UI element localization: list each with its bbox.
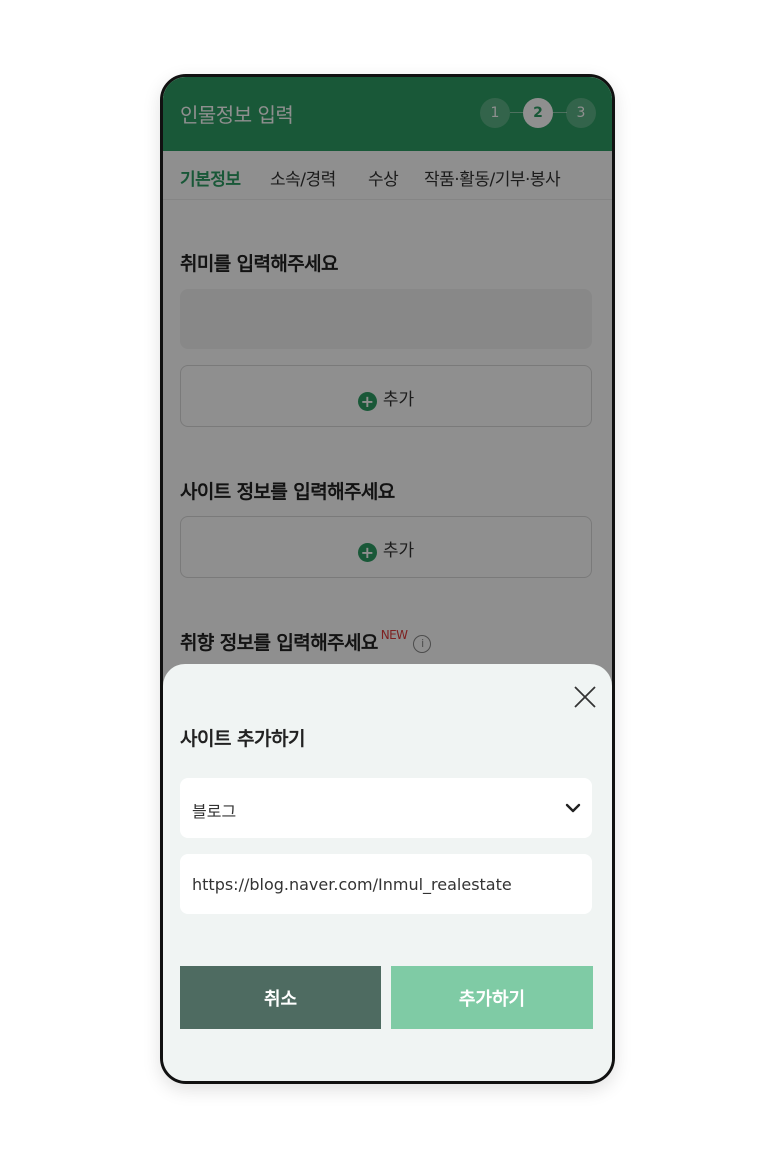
sheet-title: 사이트 추가하기 <box>180 728 305 750</box>
close-icon[interactable] <box>572 684 598 710</box>
confirm-add-button[interactable]: 추가하기 <box>391 966 593 1029</box>
site-url-input[interactable] <box>180 854 592 914</box>
cancel-button[interactable]: 취소 <box>180 966 381 1029</box>
chevron-down-icon <box>565 803 581 813</box>
add-site-sheet: 사이트 추가하기 블로그 취소 추가하기 <box>163 664 612 1081</box>
site-type-value: 블로그 <box>192 802 237 821</box>
phone-frame: 인물정보 입력 1 2 3 기본정보 소속/경력 수상 작품·활동/기부·봉사 … <box>160 74 615 1084</box>
site-type-select[interactable]: 블로그 <box>180 778 592 838</box>
